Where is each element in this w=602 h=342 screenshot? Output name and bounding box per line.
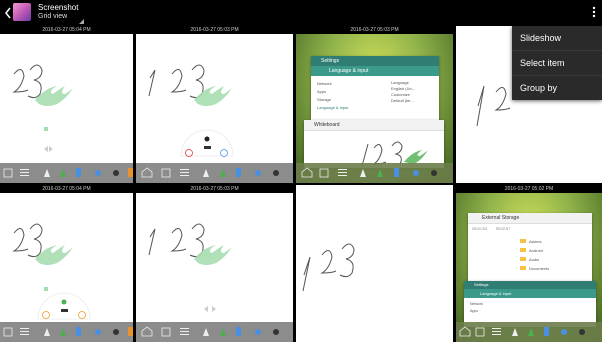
- thumbnail-5[interactable]: 2016-03-27 05:04 PM: [0, 185, 133, 342]
- thumbnail-3[interactable]: 2016-03-27 05:03 PM Settings Language & …: [296, 26, 453, 183]
- thumbnail-image: [296, 185, 453, 342]
- thumbnail-7[interactable]: [296, 185, 453, 342]
- thumbnail-image: [136, 34, 293, 183]
- dropdown-caret-icon[interactable]: [79, 19, 84, 24]
- thumbnail-8[interactable]: 2016-03-27 05:02 PM External Storage DEV…: [456, 185, 602, 342]
- menu-item-select-item[interactable]: Select item: [512, 51, 602, 76]
- taskbar: [456, 322, 602, 342]
- thumbnail-date: 2016-03-27 05:02 PM: [456, 185, 602, 193]
- view-mode-dropdown[interactable]: Grid view: [38, 13, 67, 21]
- thumbnail-image: Settings Language & input Network Apps S…: [296, 34, 453, 183]
- thumbnail-date: 2016-03-27 05:03 PM: [136, 26, 293, 34]
- overflow-menu-icon[interactable]: [589, 4, 599, 20]
- menu-item-group-by[interactable]: Group by: [512, 76, 602, 100]
- whiteboard-drawing: [136, 223, 293, 342]
- taskbar: [296, 163, 453, 183]
- thumbnail-date: 2016-03-27 05:04 PM: [0, 26, 133, 34]
- menu-item-slideshow[interactable]: Slideshow: [512, 26, 602, 51]
- thumbnail-date: 2016-03-27 05:03 PM: [296, 26, 453, 34]
- thumbnail-image: [136, 193, 293, 342]
- thumbnail-1[interactable]: 2016-03-27 05:04 PM: [0, 26, 133, 183]
- thumbnail-image: [0, 193, 133, 342]
- whiteboard-drawing: [302, 243, 355, 292]
- thumbnail-image: [0, 34, 133, 183]
- thumbnail-image: External Storage DEVICES RECENT Alarms A…: [456, 193, 602, 342]
- thumbnail-2[interactable]: 2016-03-27 05:03 PM: [136, 26, 293, 183]
- album-title: Screenshot: [38, 3, 79, 12]
- thumbnail-date: 2016-03-27 05:04 PM: [0, 185, 133, 193]
- overflow-popup-menu: Slideshow Select item Group by: [512, 26, 602, 100]
- whiteboard-drawing: [0, 223, 133, 342]
- whiteboard-drawing: [0, 64, 133, 183]
- whiteboard-drawing: [136, 64, 293, 183]
- gallery-app-icon[interactable]: [13, 3, 31, 21]
- thumbnail-6[interactable]: 2016-03-27 05:03 PM: [136, 185, 293, 342]
- thumbnail-date: 2016-03-27 05:03 PM: [136, 185, 293, 193]
- action-bar: Screenshot Grid view: [0, 0, 602, 26]
